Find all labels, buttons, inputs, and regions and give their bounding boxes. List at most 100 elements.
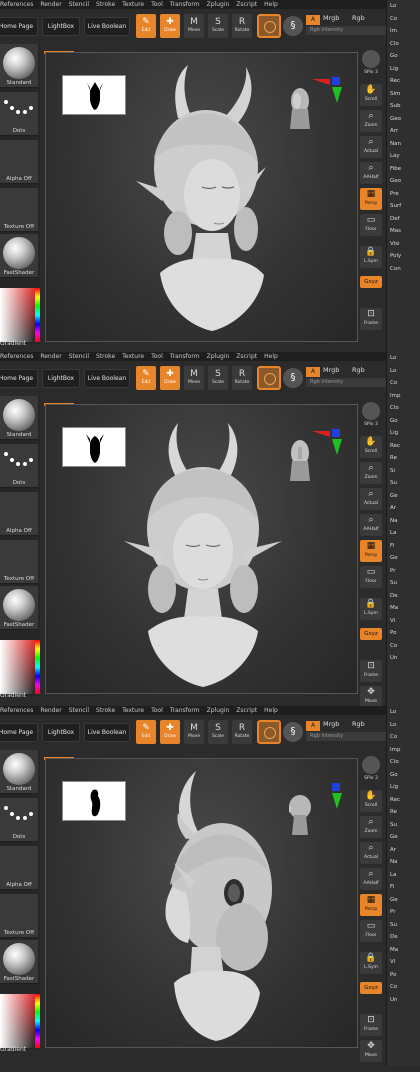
palette-item[interactable]: Fi (387, 881, 420, 894)
palette-item[interactable]: Su (387, 577, 420, 590)
palette-item[interactable]: Visi (387, 238, 420, 251)
move-button[interactable]: M Move (184, 14, 204, 38)
move-view-button[interactable]: ✥ Move (360, 686, 382, 708)
palette-item[interactable]: La (387, 869, 420, 882)
home-page-button[interactable]: Home Page (0, 17, 38, 36)
home-page-button[interactable]: Home Page (0, 723, 38, 742)
scale-button[interactable]: S Scale (208, 366, 228, 390)
standard-brush-tile[interactable]: Standard (0, 750, 38, 794)
draw-button[interactable]: ✚ Draw (160, 720, 180, 744)
menu-tool[interactable]: Tool (151, 707, 163, 714)
color-picker[interactable] (0, 288, 40, 342)
menu-stencil[interactable]: Stencil (69, 353, 89, 360)
rgb-button[interactable]: Rgb (352, 720, 365, 728)
standard-brush-tile[interactable]: Standard (0, 44, 38, 88)
palette-item[interactable]: Su (387, 477, 420, 490)
palette-item[interactable]: Su (387, 819, 420, 832)
palette-item[interactable]: Mas (387, 225, 420, 238)
palette-item[interactable]: Un (387, 994, 420, 1007)
palette-item[interactable]: Po (387, 627, 420, 640)
menu-render[interactable]: Render (40, 707, 61, 714)
palette-item[interactable]: Clo (387, 38, 420, 51)
navigator-thumbnail[interactable] (62, 781, 126, 821)
palette-item[interactable]: Lo (387, 365, 420, 378)
menu-zscript[interactable]: Zscript (236, 353, 257, 360)
a-toggle[interactable]: A (306, 15, 320, 25)
palette-item[interactable]: Imp (387, 390, 420, 403)
palette-item[interactable]: Clo (387, 402, 420, 415)
floor-button[interactable]: ▭ Floor (360, 566, 382, 588)
lsym-button[interactable]: 🔒 L.Sym (360, 952, 382, 974)
palette-item[interactable]: Clo (387, 756, 420, 769)
palette-item[interactable]: Fibe (387, 163, 420, 176)
brush-preview-icon[interactable] (257, 366, 281, 390)
actual-button[interactable]: ⌕ Actual (360, 136, 382, 158)
menu-transform[interactable]: Transform (170, 707, 200, 714)
palette-item[interactable]: Na (387, 515, 420, 528)
palette-item[interactable]: Lo (387, 719, 420, 732)
palette-item[interactable]: Lig (387, 427, 420, 440)
menu-stencil[interactable]: Stencil (69, 1, 89, 8)
lsym-button[interactable]: 🔒 L.Sym (360, 598, 382, 620)
menu-help[interactable]: Help (264, 707, 278, 714)
palette-item[interactable]: Na (387, 856, 420, 869)
lsym-button[interactable]: 🔒 L.Sym (360, 246, 382, 268)
palette-item[interactable]: Go (387, 415, 420, 428)
bpr-icon[interactable] (362, 50, 380, 68)
rgb-button[interactable]: Rgb (352, 14, 365, 22)
palette-item[interactable]: Re (387, 452, 420, 465)
menu-stroke[interactable]: Stroke (96, 353, 115, 360)
menu-transform[interactable]: Transform (170, 1, 200, 8)
lightbox-button[interactable]: LightBox (42, 723, 80, 742)
palette-item[interactable]: Lig (387, 781, 420, 794)
canvas-viewport[interactable] (45, 52, 358, 342)
menu-render[interactable]: Render (40, 1, 61, 8)
hue-strip[interactable] (35, 994, 40, 1048)
aahalf-button[interactable]: ⌕ AAHalf (360, 514, 382, 536)
zoom-button[interactable]: ⌕ Zoom (360, 462, 382, 484)
palette-item[interactable]: Lo (387, 352, 420, 365)
canvas-viewport[interactable] (45, 404, 358, 694)
brush-preview-icon[interactable] (257, 720, 281, 744)
menu-texture[interactable]: Texture (122, 707, 144, 714)
menu-references[interactable]: References (0, 1, 33, 8)
lightbox-button[interactable]: LightBox (42, 17, 80, 36)
palette-item[interactable]: Go (387, 50, 420, 63)
material-tile[interactable]: FastShader (0, 234, 38, 278)
scale-button[interactable]: S Scale (208, 720, 228, 744)
edit-button[interactable]: ✎ Edit (136, 366, 156, 390)
bpr-icon[interactable] (362, 756, 380, 774)
palette-item[interactable]: Co (387, 377, 420, 390)
palette-item[interactable]: Un (387, 652, 420, 665)
floor-button[interactable]: ▭ Floor (360, 920, 382, 942)
rotate-button[interactable]: R Rotate (232, 720, 252, 744)
lightbox-button[interactable]: LightBox (42, 369, 80, 388)
gxyz-button[interactable]: Gxyz (360, 982, 382, 994)
canvas-viewport[interactable] (45, 758, 358, 1048)
palette-item[interactable]: Ge (387, 490, 420, 503)
zoom-button[interactable]: ⌕ Zoom (360, 816, 382, 838)
menu-stroke[interactable]: Stroke (96, 1, 115, 8)
menu-transform[interactable]: Transform (170, 353, 200, 360)
move-button[interactable]: M Move (184, 366, 204, 390)
palette-item[interactable]: Fi (387, 540, 420, 553)
menu-references[interactable]: References (0, 707, 33, 714)
spix-control[interactable]: SPix 3 (360, 70, 382, 80)
palette-item[interactable]: Nan (387, 138, 420, 151)
rotate-button[interactable]: R Rotate (232, 14, 252, 38)
palette-item[interactable]: Rec (387, 440, 420, 453)
material-tile[interactable]: FastShader (0, 940, 38, 984)
brush-preview-icon[interactable] (257, 14, 281, 38)
palette-item[interactable]: Su (387, 919, 420, 932)
rotate-button[interactable]: R Rotate (232, 366, 252, 390)
palette-item[interactable]: Sim (387, 88, 420, 101)
palette-item[interactable]: Pre (387, 188, 420, 201)
palette-item[interactable]: Go (387, 769, 420, 782)
gxyz-button[interactable]: Gxyz (360, 628, 382, 640)
menu-references[interactable]: References (0, 353, 33, 360)
palette-item[interactable]: Co (387, 13, 420, 26)
alpha-tile[interactable]: Alpha Off (0, 846, 38, 890)
dots-stroke-tile[interactable]: Dots (0, 444, 38, 488)
palette-item[interactable]: Ma (387, 602, 420, 615)
palette-item[interactable]: Ge (387, 831, 420, 844)
